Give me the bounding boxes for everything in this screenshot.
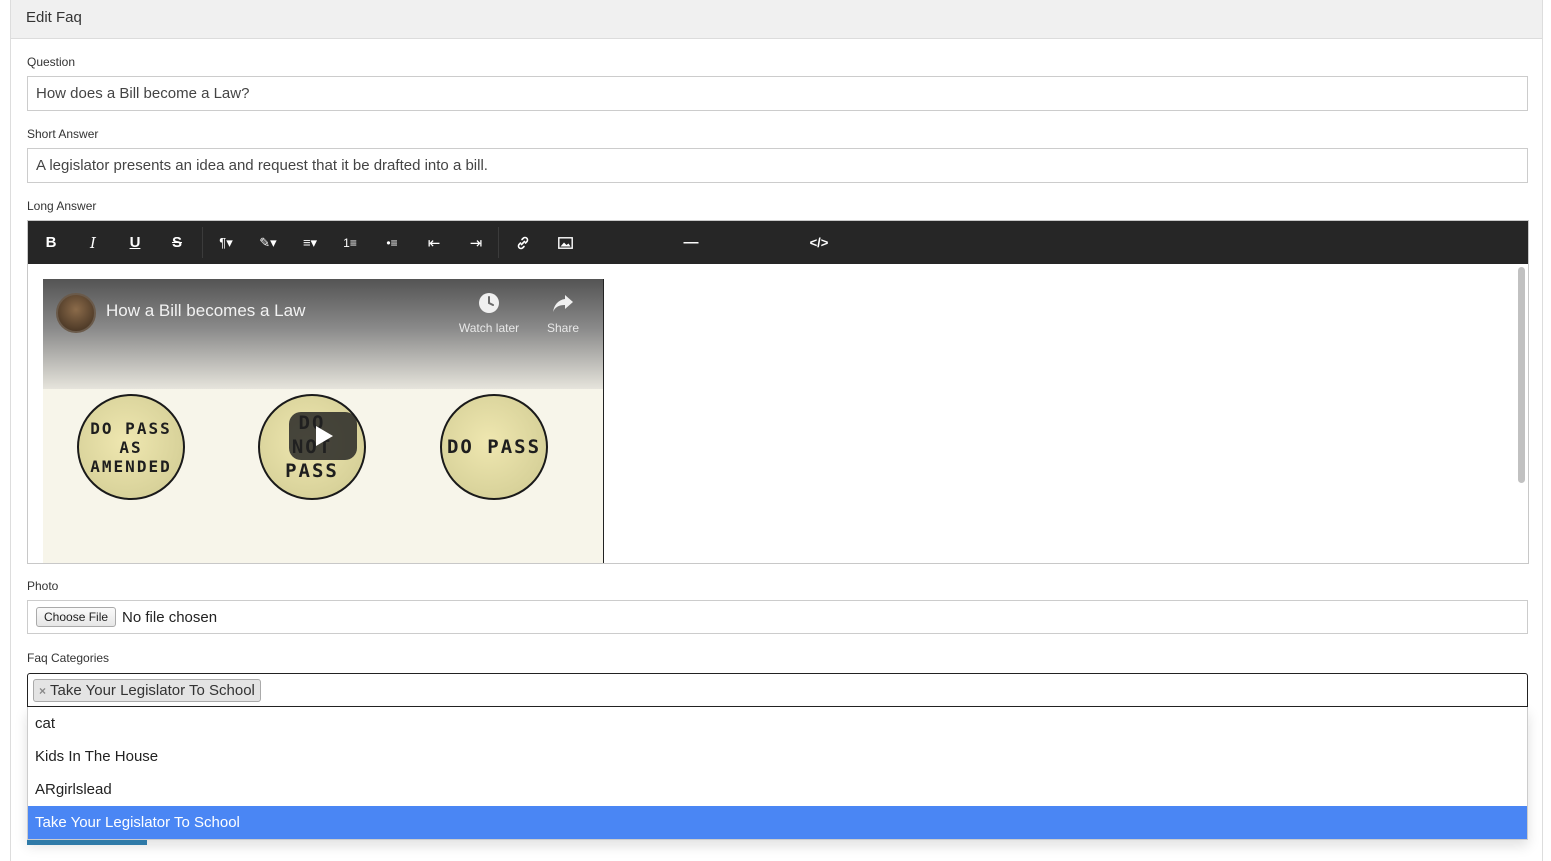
editor-content[interactable]: How a Bill becomes a Law Watch later Sha…	[28, 264, 1528, 563]
question-input[interactable]: How does a Bill become a Law?	[27, 76, 1528, 111]
align-icon[interactable]: ≡▾	[292, 221, 328, 264]
link-icon-svg	[517, 236, 529, 249]
horizontal-rule-icon[interactable]: —	[675, 221, 707, 264]
underline-icon[interactable]: U	[119, 221, 151, 264]
editor-scrollbar[interactable]	[1517, 267, 1526, 560]
short-answer-value: A legislator presents an idea and reques…	[36, 157, 488, 174]
toolbar-separator	[202, 227, 203, 258]
image-icon-svg	[557, 236, 573, 249]
image-icon[interactable]	[549, 221, 581, 264]
play-icon[interactable]	[289, 412, 357, 460]
categories-label: Faq Categories	[27, 651, 110, 665]
long-answer-label: Long Answer	[27, 199, 97, 213]
bold-icon[interactable]: B	[35, 221, 67, 264]
code-view-icon[interactable]: </>	[803, 221, 835, 264]
scrollbar-thumb[interactable]	[1518, 267, 1525, 483]
categories-dropdown: cat Kids In The House ARgirlslead Take Y…	[27, 707, 1528, 840]
clock-icon	[479, 293, 499, 313]
magic-style-icon[interactable]: ✎▾	[250, 221, 286, 264]
share-button[interactable]: Share	[528, 291, 598, 335]
selected-tag: × Take Your Legislator To School	[33, 679, 261, 702]
choose-file-button[interactable]: Choose File	[36, 607, 117, 627]
strikethrough-icon[interactable]: S	[161, 221, 193, 264]
short-answer-input[interactable]: A legislator presents an idea and reques…	[27, 148, 1528, 183]
link-icon[interactable]	[507, 221, 539, 264]
video-title[interactable]: How a Bill becomes a Law	[106, 301, 305, 321]
stamp-do-pass-as-amended: DO PASS AS AMENDED	[77, 394, 185, 500]
share-label: Share	[546, 321, 580, 335]
toolbar-separator	[498, 227, 499, 258]
unordered-list-icon[interactable]: •≡	[376, 221, 408, 264]
watch-later-label: Watch later	[458, 321, 520, 335]
question-label: Question	[27, 55, 76, 69]
submit-button[interactable]	[27, 840, 147, 845]
file-status: No file chosen	[122, 608, 218, 626]
edit-faq-panel: Edit Faq Question How does a Bill become…	[10, 0, 1543, 861]
watch-later-button[interactable]: Watch later	[454, 291, 524, 335]
channel-avatar[interactable]	[56, 293, 96, 333]
selected-tag-label: Take Your Legislator To School	[50, 682, 255, 699]
dropdown-option[interactable]: Kids In The House	[28, 740, 1527, 773]
indent-icon[interactable]: ⇥	[460, 221, 492, 264]
dropdown-option[interactable]: ARgirlslead	[28, 773, 1527, 806]
share-icon	[553, 295, 573, 312]
rich-text-editor: B I U S ¶▾ ✎▾ ≡▾ 1≡ •≡ ⇤ ⇥ — </> How a B…	[27, 220, 1529, 564]
ordered-list-icon[interactable]: 1≡	[334, 221, 366, 264]
photo-label: Photo	[27, 579, 59, 593]
outdent-icon[interactable]: ⇤	[418, 221, 450, 264]
panel-title: Edit Faq	[11, 0, 1542, 39]
short-answer-label: Short Answer	[27, 127, 99, 141]
paragraph-style-icon[interactable]: ¶▾	[208, 221, 244, 264]
dropdown-option[interactable]: cat	[28, 707, 1527, 740]
remove-tag-icon[interactable]: ×	[39, 684, 46, 698]
categories-select[interactable]: × Take Your Legislator To School	[27, 673, 1528, 707]
editor-toolbar: B I U S ¶▾ ✎▾ ≡▾ 1≡ •≡ ⇤ ⇥ — </>	[28, 221, 1528, 264]
dropdown-option-highlighted[interactable]: Take Your Legislator To School	[28, 806, 1527, 839]
stamp-do-pass: DO PASS	[440, 394, 548, 500]
embedded-video[interactable]: How a Bill becomes a Law Watch later Sha…	[43, 279, 604, 563]
question-value: How does a Bill become a Law?	[36, 85, 250, 102]
italic-icon[interactable]: I	[77, 221, 109, 264]
photo-file-input: Choose File No file chosen	[27, 600, 1528, 634]
